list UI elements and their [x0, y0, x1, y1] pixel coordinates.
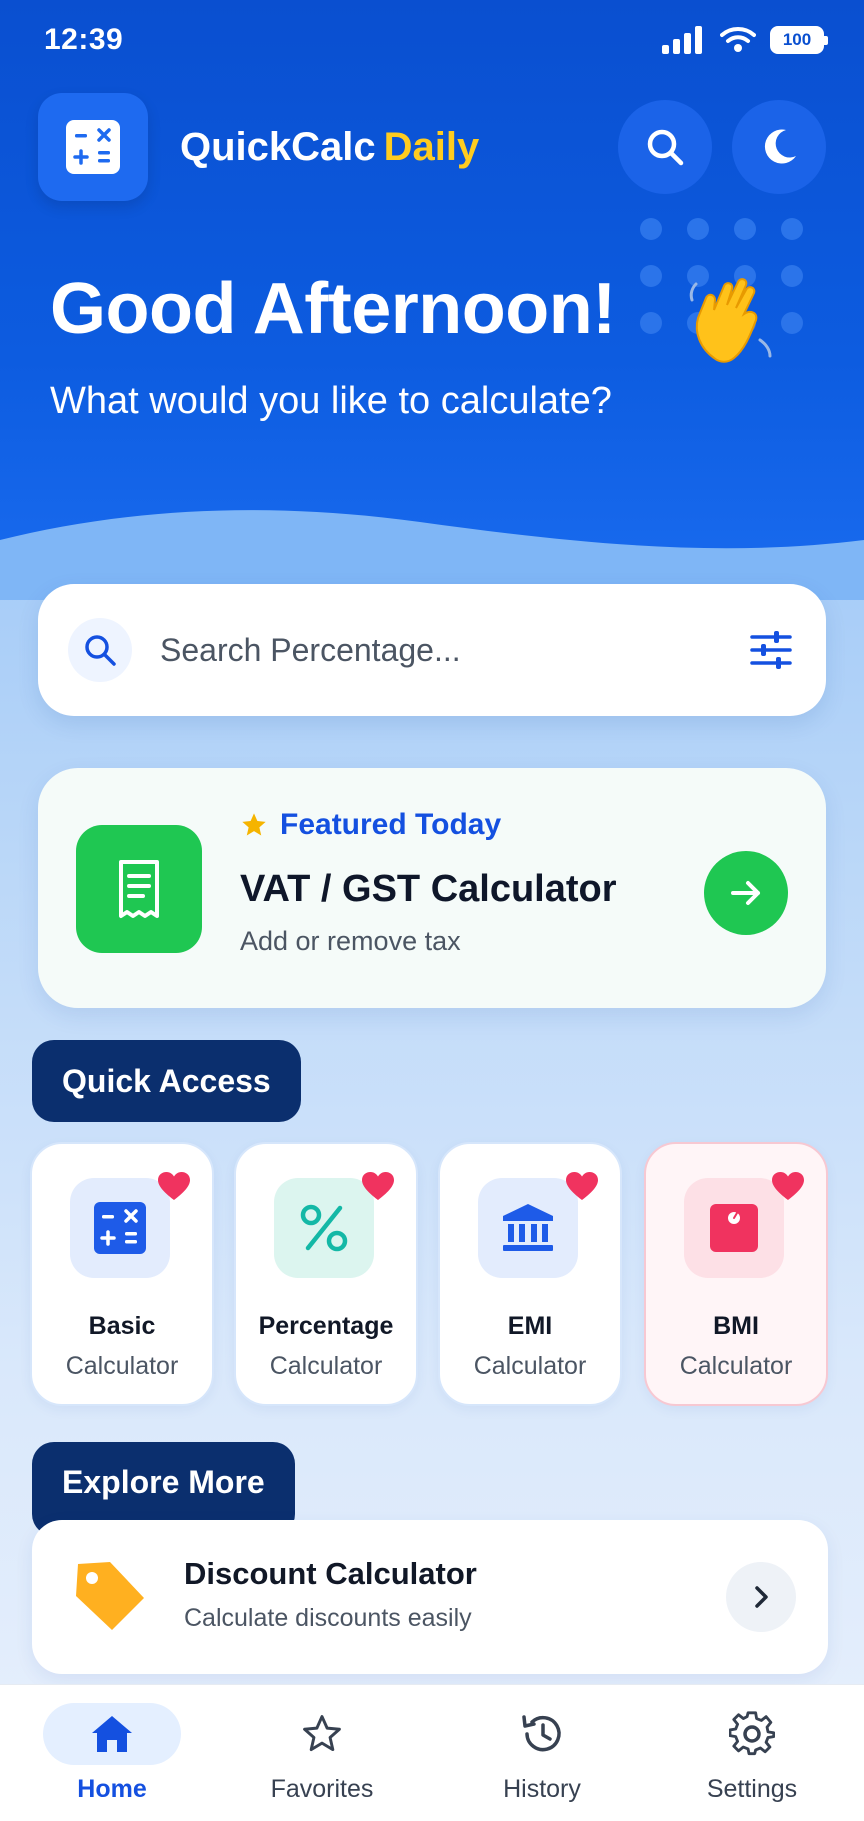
quick-card-bmi[interactable]: BMI Calculator	[644, 1142, 828, 1406]
calculator-icon	[66, 120, 120, 174]
quick-card-icon	[684, 1178, 784, 1278]
status-time: 12:39	[44, 23, 124, 56]
waving-hand-icon	[689, 278, 772, 363]
nav-icon-wrap	[253, 1703, 391, 1765]
search-icon	[85, 635, 116, 666]
favorite-heart-icon[interactable]	[158, 1172, 190, 1202]
tag-icon	[76, 1562, 144, 1630]
favorite-heart-icon[interactable]	[362, 1172, 394, 1202]
history-icon	[522, 1715, 561, 1752]
star-icon	[303, 1715, 341, 1752]
quick-card-icon	[478, 1178, 578, 1278]
nav-history[interactable]: History	[452, 1703, 632, 1813]
quick-card-icon	[70, 1178, 170, 1278]
battery-level: 100	[782, 30, 812, 49]
quick-card-title: EMI	[507, 1312, 553, 1340]
quick-card-emi[interactable]: EMI Calculator	[438, 1142, 622, 1406]
nav-label: Favorites	[270, 1775, 374, 1803]
featured-title: VAT / GST Calculator	[240, 868, 617, 910]
star-icon	[242, 813, 266, 836]
explore-item-title: Discount Calculator	[184, 1556, 477, 1591]
quick-card-title: Percentage	[258, 1312, 394, 1340]
calculator-icon	[94, 1202, 146, 1254]
quick-card-subtitle: Calculator	[269, 1352, 383, 1380]
featured-label: Featured Today	[240, 808, 501, 842]
filter-icon[interactable]	[750, 630, 792, 670]
featured-icon-box	[76, 825, 202, 953]
bank-icon	[503, 1204, 553, 1251]
quick-card-icon	[274, 1178, 374, 1278]
search-icon	[647, 129, 684, 166]
gear-icon	[729, 1711, 775, 1756]
quick-card-percentage[interactable]: Percentage Calculator	[234, 1142, 418, 1406]
app-title-main: QuickCalc	[180, 124, 376, 169]
featured-subtitle: Add or remove tax	[240, 926, 461, 956]
quick-access-heading: Quick Access	[32, 1040, 301, 1122]
featured-card[interactable]: Featured Today VAT / GST Calculator Add …	[38, 768, 826, 1008]
nav-icon-wrap	[683, 1703, 821, 1765]
explore-item-subtitle: Calculate discounts easily	[184, 1604, 472, 1632]
quick-card-subtitle: Calculator	[65, 1352, 179, 1380]
search-button[interactable]	[618, 100, 712, 194]
quick-access-grid: Basic Calculator Percentage Calculator E…	[30, 1142, 834, 1406]
search-icon-badge	[68, 618, 132, 682]
app-title: QuickCalc Daily	[180, 125, 479, 170]
search-input[interactable]: Search Percentage...	[160, 632, 750, 669]
app-title-accent: Daily	[383, 124, 480, 169]
signal-icon	[662, 26, 702, 54]
quick-card-title: BMI	[713, 1312, 759, 1340]
featured-label-text: Featured Today	[280, 808, 502, 841]
quick-card-basic[interactable]: Basic Calculator	[30, 1142, 214, 1406]
explore-item-open-button[interactable]	[726, 1562, 796, 1632]
nav-home[interactable]: Home	[22, 1703, 202, 1813]
status-bar: 12:39 100	[0, 0, 864, 80]
quick-card-subtitle: Calculator	[679, 1352, 793, 1380]
nav-favorites[interactable]: Favorites	[232, 1703, 412, 1813]
quick-card-title: Basic	[88, 1312, 156, 1340]
greeting-subtitle: What would you like to calculate?	[50, 380, 612, 422]
featured-open-button[interactable]	[704, 851, 788, 935]
nav-label: History	[503, 1775, 581, 1803]
explore-item-discount[interactable]: Discount Calculator Calculate discounts …	[32, 1520, 828, 1674]
arrow-right-icon	[731, 881, 760, 905]
bottom-navigation: Home Favorites History Settings	[0, 1684, 864, 1821]
nav-icon-wrap	[43, 1703, 181, 1765]
nav-label: Settings	[706, 1775, 798, 1803]
chevron-right-icon	[755, 1586, 768, 1608]
dark-mode-button[interactable]	[732, 100, 826, 194]
quick-card-subtitle: Calculator	[473, 1352, 587, 1380]
app-header: QuickCalc Daily	[38, 93, 828, 201]
nav-label: Home	[77, 1775, 147, 1803]
app-logo	[38, 93, 148, 201]
favorite-heart-icon[interactable]	[772, 1172, 804, 1202]
scale-icon	[710, 1204, 758, 1252]
greeting-title: Good Afternoon!	[50, 269, 616, 349]
home-icon	[92, 1716, 132, 1752]
nav-settings[interactable]: Settings	[662, 1703, 842, 1813]
search-bar[interactable]: Search Percentage...	[38, 584, 826, 716]
nav-icon-wrap	[473, 1703, 611, 1765]
wifi-icon	[720, 27, 756, 52]
receipt-icon	[119, 860, 159, 918]
moon-icon	[764, 129, 796, 164]
favorite-heart-icon[interactable]	[566, 1172, 598, 1202]
battery-indicator: 100	[770, 26, 828, 54]
percent-icon	[300, 1204, 348, 1252]
